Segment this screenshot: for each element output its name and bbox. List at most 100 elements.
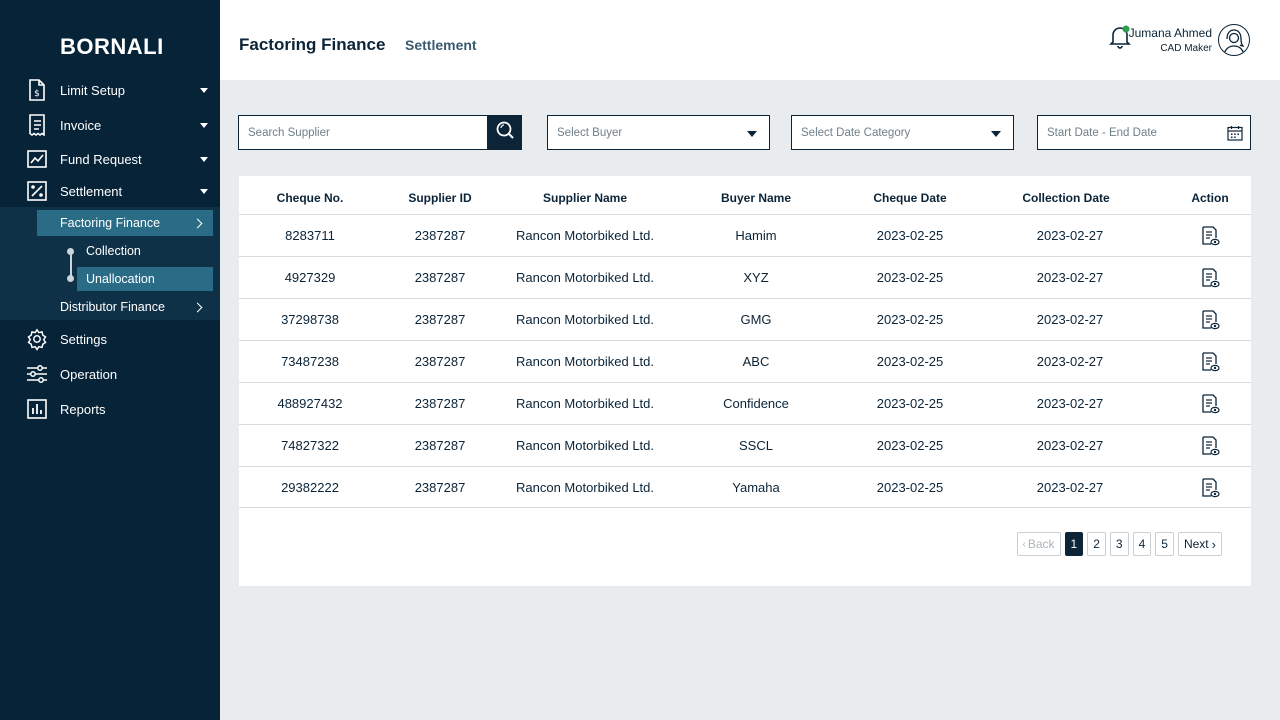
- sidebar-item-label: Operation: [60, 366, 118, 382]
- tree-dot: [67, 248, 74, 255]
- sidebar-item-label: Limit Setup: [60, 82, 126, 98]
- sidebar-item-factoring-finance[interactable]: Factoring Finance: [37, 210, 213, 236]
- collection-date-cell: 2023-02-27: [1036, 480, 1104, 495]
- buyer-select-value: Select Buyer: [557, 126, 623, 139]
- sidebar-item-limit-setup[interactable]: $ Limit Setup: [0, 75, 220, 105]
- collection-date-cell: 2023-02-27: [1036, 354, 1104, 369]
- cheque-date-cell: 2023-02-25: [876, 228, 944, 243]
- page-button-2[interactable]: 2: [1087, 532, 1106, 556]
- search-icon: [495, 120, 515, 145]
- date-category-select[interactable]: Select Date Category: [791, 115, 1014, 150]
- pagination-back-button[interactable]: ‹ Back: [1016, 532, 1061, 556]
- cheque-no-cell: 37298738: [281, 312, 339, 327]
- cheque-no-cell: 4927329: [284, 270, 336, 285]
- svg-text:$: $: [34, 89, 40, 99]
- chevron-down-icon: [200, 122, 208, 128]
- page-button-4[interactable]: 4: [1132, 532, 1152, 556]
- buyer-select[interactable]: Select Buyer: [547, 115, 770, 150]
- sidebar-item-reports[interactable]: Reports: [0, 394, 220, 424]
- column-header-collection-date: Collection Date: [1022, 191, 1110, 205]
- sidebar-item-invoice[interactable]: Invoice: [0, 110, 220, 140]
- bar-chart-icon: [26, 398, 48, 420]
- collection-date-cell: 2023-02-27: [1036, 228, 1104, 243]
- chevron-down-icon: [991, 131, 1001, 137]
- gear-icon: [26, 328, 48, 351]
- cheque-no-cell: 29382222: [281, 480, 339, 495]
- cheque-date-cell: 2023-02-25: [876, 438, 944, 453]
- view-document-icon[interactable]: [1200, 268, 1220, 288]
- view-document-icon[interactable]: [1200, 436, 1220, 456]
- buyer-name-cell: Yamaha: [732, 480, 780, 495]
- view-document-icon[interactable]: [1200, 226, 1220, 246]
- chevron-right-icon: [192, 218, 203, 228]
- supplier-id-cell: 2387287: [414, 312, 466, 327]
- sidebar: BORNALI $ Limit Setup Invoice Fund Reque…: [0, 0, 220, 720]
- supplier-name-cell: Rancon Motorbiked Ltd.: [515, 396, 655, 411]
- view-document-icon[interactable]: [1200, 478, 1220, 498]
- table-row: 73487238 2387287 Rancon Motorbiked Ltd. ABC…: [239, 340, 1251, 382]
- view-document-icon[interactable]: [1200, 352, 1220, 372]
- collection-date-cell: 2023-02-27: [1036, 396, 1104, 411]
- buyer-name-cell: ABC: [742, 354, 770, 369]
- tree-dot: [67, 275, 74, 282]
- pagination-next-button[interactable]: Next ›: [1177, 532, 1222, 556]
- supplier-id-cell: 2387287: [414, 480, 466, 495]
- supplier-name-cell: Rancon Motorbiked Ltd.: [515, 270, 655, 285]
- cheque-date-cell: 2023-02-25: [876, 396, 944, 411]
- table-row: 4927329 2387287 Rancon Motorbiked Ltd. XYZ 2…: [239, 256, 1251, 298]
- supplier-name-cell: Rancon Motorbiked Ltd.: [515, 228, 655, 243]
- user-name: Jumana Ahmed: [1128, 26, 1212, 40]
- date-range-picker[interactable]: Start Date - End Date: [1037, 115, 1251, 150]
- sidebar-item-distributor-finance[interactable]: Distributor Finance: [37, 295, 213, 319]
- column-header-supplier-id: Supplier ID: [408, 191, 472, 205]
- supplier-id-cell: 2387287: [414, 438, 466, 453]
- cheque-no-cell: 73487238: [281, 354, 339, 369]
- user-role: CAD Maker: [1160, 43, 1212, 54]
- buyer-name-cell: SSCL: [739, 438, 773, 453]
- sidebar-item-collection[interactable]: Collection: [77, 239, 213, 263]
- sidebar-item-label: Settings: [60, 331, 107, 347]
- breadcrumb[interactable]: Settlement: [405, 37, 477, 53]
- sidebar-item-settings[interactable]: Settings: [0, 324, 220, 354]
- supplier-id-cell: 2387287: [414, 228, 466, 243]
- sidebar-item-settlement[interactable]: Settlement: [0, 176, 220, 206]
- sidebar-item-label: Reports: [60, 401, 106, 417]
- percent-icon: [26, 180, 48, 202]
- buyer-name-cell: Hamim: [735, 228, 777, 243]
- page-button-1[interactable]: 1: [1064, 532, 1084, 556]
- table-row: 74827322 2387287 Rancon Motorbiked Ltd. SSC…: [239, 424, 1251, 466]
- table-row: 29382222 2387287 Rancon Motorbiked Ltd. Yam…: [239, 466, 1251, 508]
- sidebar-item-fund-request[interactable]: Fund Request: [0, 144, 220, 174]
- table-row: 488927432 2387287 Rancon Motorbiked Ltd. Co…: [239, 382, 1251, 424]
- column-header-supplier-name: Supplier Name: [542, 191, 628, 205]
- page-button-5[interactable]: 5: [1155, 532, 1174, 556]
- supplier-id-cell: 2387287: [414, 354, 466, 369]
- search-button[interactable]: [487, 115, 522, 150]
- column-header-action: Action: [1191, 191, 1229, 205]
- supplier-id-cell: 2387287: [414, 270, 466, 285]
- sidebar-item-label: Unallocation: [86, 272, 155, 286]
- date-category-value: Select Date Category: [801, 126, 911, 139]
- chevron-down-icon: [200, 156, 208, 162]
- sliders-icon: [26, 363, 48, 385]
- view-document-icon[interactable]: [1200, 394, 1220, 414]
- calendar-icon: [1227, 125, 1243, 146]
- cheque-no-cell: 74827322: [281, 438, 339, 453]
- supplier-name-cell: Rancon Motorbiked Ltd.: [515, 312, 655, 327]
- page-button-3[interactable]: 3: [1109, 532, 1129, 556]
- column-header-cheque-no: Cheque No.: [276, 191, 344, 205]
- sidebar-item-operation[interactable]: Operation: [0, 359, 220, 389]
- date-range-value: Start Date - End Date: [1047, 126, 1157, 139]
- top-header: Factoring Finance Settlement Jumana Ahme…: [220, 0, 1280, 80]
- search-input[interactable]: [239, 116, 487, 149]
- supplier-name-cell: Rancon Motorbiked Ltd.: [515, 480, 655, 495]
- supplier-name-cell: Rancon Motorbiked Ltd.: [515, 438, 655, 453]
- cheque-date-cell: 2023-02-25: [876, 312, 944, 327]
- avatar[interactable]: [1218, 24, 1250, 56]
- view-document-icon[interactable]: [1200, 310, 1220, 330]
- sidebar-item-label: Settlement: [60, 183, 123, 199]
- table-row: 8283711 2387287 Rancon Motorbiked Ltd. Hami…: [239, 214, 1251, 256]
- buyer-name-cell: XYZ: [743, 270, 769, 285]
- sidebar-item-unallocation[interactable]: Unallocation: [77, 267, 213, 291]
- cheque-date-cell: 2023-02-25: [876, 270, 944, 285]
